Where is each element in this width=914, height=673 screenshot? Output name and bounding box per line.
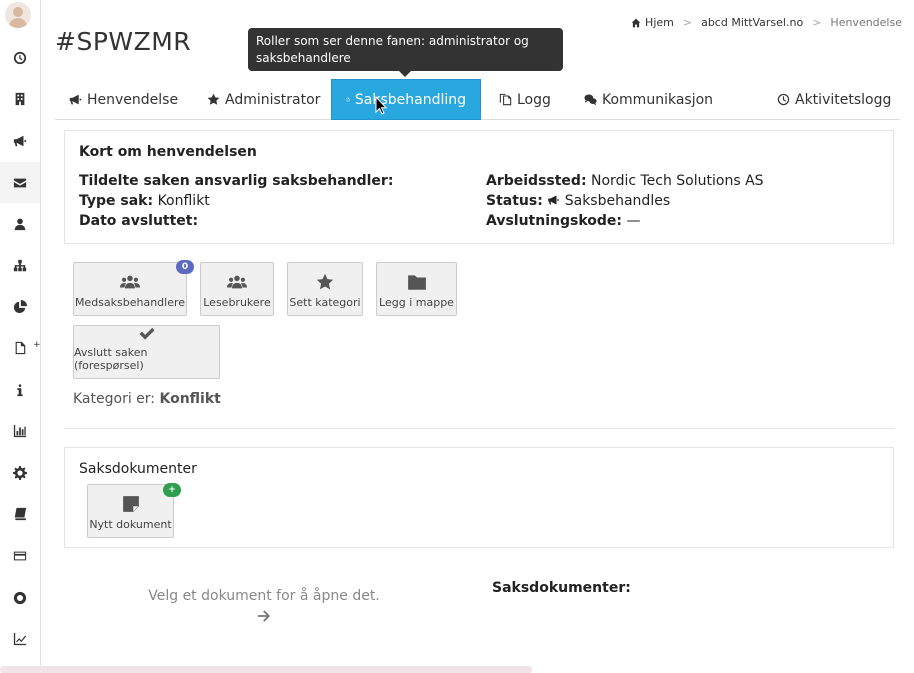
document-empty-hint: Velg et dokument for å åpne det.	[148, 588, 380, 604]
set-category-button[interactable]: Sett kategori	[287, 262, 363, 316]
life-ring-icon[interactable]	[0, 577, 40, 618]
case-summary-panel: Kort om henvendelsen Tildelte saken ansv…	[64, 130, 894, 244]
category-label: Kategori er:	[73, 391, 156, 407]
workplace-row: Arbeidssted: Nordic Tech Solutions AS	[486, 173, 764, 189]
sticky-note-icon	[122, 496, 139, 512]
closed-date-label: Dato avsluttet:	[79, 213, 199, 229]
tab-saksbehandling[interactable]: Saksbehandling	[331, 79, 481, 120]
star-icon	[316, 273, 334, 290]
home-icon	[631, 18, 641, 27]
megaphone-icon[interactable]	[0, 120, 40, 161]
line-chart-icon[interactable]	[0, 618, 40, 659]
folder-icon	[407, 275, 426, 290]
sitemap-icon[interactable]	[0, 245, 40, 286]
status-value: Saksbehandles	[564, 193, 671, 209]
assigned-label: Tildelte saken ansvarlig saksbehandler:	[79, 173, 394, 189]
bullhorn-icon	[548, 195, 560, 205]
breadcrumb-separator: >	[812, 16, 822, 29]
bar-chart-icon[interactable]	[0, 410, 40, 451]
case-type-value: Konflikt	[157, 193, 210, 209]
co-handlers-button[interactable]: Medsaksbehandlere 0	[73, 260, 194, 316]
info-icon[interactable]	[0, 369, 40, 410]
tab-label: Kommunikasjon	[602, 91, 714, 108]
status-row: Status: Saksbehandles	[486, 193, 670, 209]
tab-label: Logg	[517, 91, 551, 108]
page-title: #SPWZMR	[55, 27, 192, 56]
tab-henvendelse[interactable]: Henvendelse	[55, 79, 192, 120]
arrow-right-icon	[257, 610, 271, 622]
new-document-button[interactable]: Nytt dokument +	[87, 483, 181, 538]
pie-chart-icon[interactable]	[0, 286, 40, 327]
user-icon[interactable]	[0, 203, 40, 244]
add-icon: +	[33, 340, 41, 350]
category-line: Kategori er: Konflikt	[73, 391, 221, 407]
sidebar: +	[0, 0, 41, 673]
building-icon[interactable]	[0, 78, 40, 119]
dashboard-icon[interactable]	[0, 37, 40, 78]
bullhorn-icon	[69, 94, 82, 105]
documents-list-label: Saksdokumenter:	[492, 580, 631, 596]
avatar[interactable]	[5, 2, 31, 28]
case-type-label: Type sak:	[79, 193, 154, 209]
envelope-icon[interactable]	[0, 162, 40, 203]
co-handlers-count-badge: 0	[176, 260, 194, 274]
readers-label: Lesebrukere	[203, 296, 271, 309]
readers-button[interactable]: Lesebrukere	[200, 262, 274, 316]
horizontal-scrollbar[interactable]	[0, 666, 532, 673]
case-type-row: Type sak: Konflikt	[79, 193, 210, 209]
closed-date-row: Dato avsluttet:	[79, 213, 198, 229]
tab-logg[interactable]: Logg	[485, 79, 565, 120]
add-to-folder-button[interactable]: Legg i mappe	[376, 262, 457, 316]
tab-kommunikasjon[interactable]: Kommunikasjon	[570, 79, 727, 120]
users-icon	[227, 275, 247, 289]
mouse-cursor-icon	[375, 96, 387, 115]
documents-heading: Saksdokumenter	[79, 461, 197, 477]
breadcrumb-home[interactable]: Hjem	[645, 16, 674, 29]
closing-code-row: Avslutningskode: —	[486, 213, 640, 229]
new-document-badge: +	[163, 483, 181, 497]
workplace-value: Nordic Tech Solutions AS	[591, 173, 764, 189]
credit-card-icon[interactable]	[0, 535, 40, 576]
tab-administrator[interactable]: Administrator	[193, 79, 334, 120]
tab-roles-tooltip: Roller som ser denne fanen: administrato…	[248, 28, 563, 77]
workplace-label: Arbeidssted:	[486, 173, 587, 189]
breadcrumb-current: Henvendelse	[830, 16, 902, 29]
add-to-folder-label: Legg i mappe	[379, 296, 454, 309]
breadcrumb-separator: >	[682, 16, 693, 29]
assigned-handler-row: Tildelte saken ansvarlig saksbehandler:	[79, 173, 393, 189]
closing-code-value: —	[626, 213, 641, 229]
case-documents-panel: Saksdokumenter	[64, 447, 894, 548]
book-icon[interactable]	[0, 493, 40, 534]
clock-icon	[777, 93, 790, 106]
set-category-label: Sett kategori	[289, 296, 361, 309]
closing-code-label: Avslutningskode:	[486, 213, 623, 229]
star-icon	[207, 93, 220, 105]
breadcrumb: Hjem > abcd MittVarsel.no > Henvendelse	[631, 16, 902, 29]
tab-bar: Henvendelse Administrator Saksbehandling…	[55, 79, 900, 120]
new-document-label: Nytt dokument	[89, 518, 172, 531]
close-case-button[interactable]: Avslutt saken (forespørsel)	[73, 325, 220, 379]
tab-label: Administrator	[225, 91, 321, 108]
status-label: Status:	[486, 193, 543, 209]
document-icon	[346, 97, 350, 102]
copy-icon	[499, 93, 512, 106]
summary-heading: Kort om henvendelsen	[79, 144, 257, 160]
gear-icon[interactable]	[0, 452, 40, 493]
checkmark-icon	[139, 327, 154, 340]
tab-label: Henvendelse	[87, 91, 179, 108]
category-value: Konflikt	[159, 391, 221, 407]
tab-label: Saksbehandling	[354, 91, 466, 108]
divider	[64, 428, 894, 429]
close-case-label: Avslutt saken (forespørsel)	[74, 346, 148, 372]
chat-icon	[584, 94, 597, 106]
tab-aktivitetslogg[interactable]: Aktivitetslogg	[763, 79, 905, 120]
tab-label: Aktivitetslogg	[795, 91, 892, 108]
users-icon	[120, 275, 140, 289]
breadcrumb-org[interactable]: abcd MittVarsel.no	[701, 16, 803, 29]
co-handlers-label: Medsaksbehandlere	[74, 296, 186, 309]
